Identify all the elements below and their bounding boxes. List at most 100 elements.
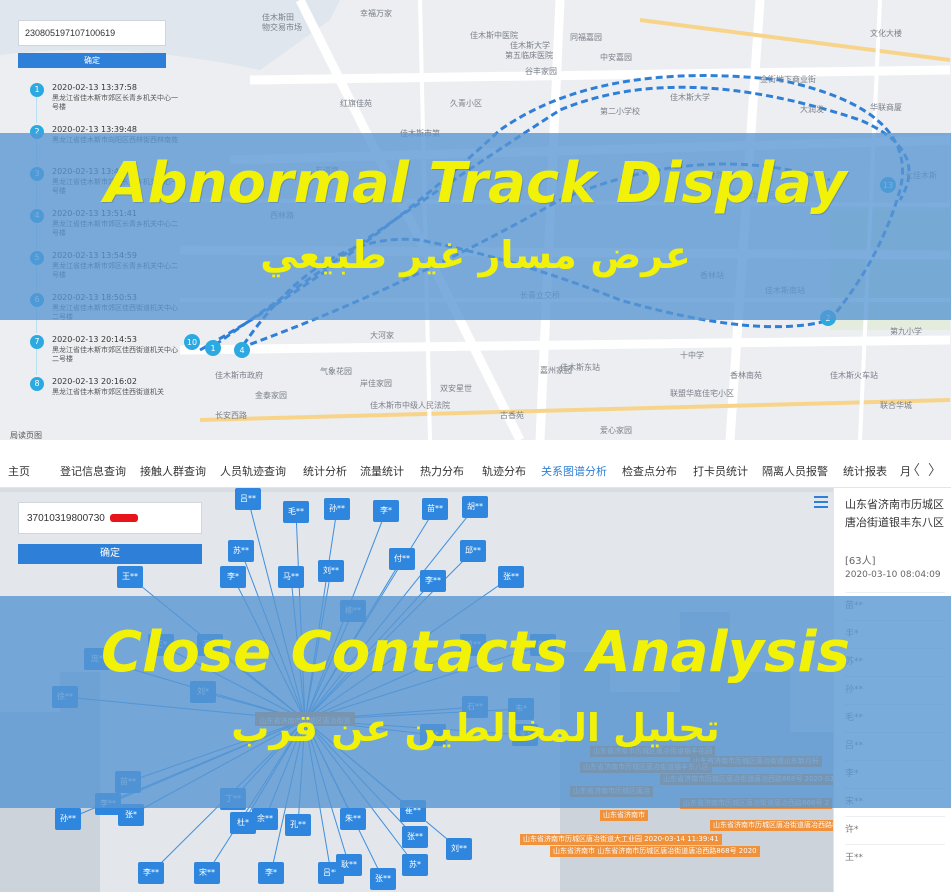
composite-screenshot: 10 1 4 2 13 佳木斯田物交易市场幸福万家佳木斯中医院同福嘉园佳木斯大学… [0, 0, 951, 892]
contact-node[interactable]: 张** [402, 826, 428, 848]
address-tag[interactable]: 山东省济南市历城区唐冶街道大工业园 2020-03-14 11:39:41 [520, 834, 722, 845]
map-place-label: 佳木斯大学 [670, 93, 710, 102]
nav-prev-button[interactable]: 〈 [906, 460, 920, 480]
map-place-label: 爱心家园 [600, 426, 632, 435]
contact-node[interactable]: 李* [373, 500, 399, 522]
map-place-label: 第五临床医院 [505, 51, 553, 60]
nav-tab[interactable]: 接触人群查询 [140, 463, 206, 479]
address-tag[interactable]: 山东省济南市 [600, 810, 648, 821]
relation-graph-view: 主页 登记信息查询 接触人群查询 人员轨迹查询 统计分析 流量统计 热力分布 轨迹分布 关系图谱… [0, 452, 951, 892]
map-place-label: 联合华城 [880, 401, 912, 410]
confirm-button[interactable]: 确定 [18, 544, 202, 564]
map-marker-label: 1 [210, 344, 215, 353]
contact-node[interactable]: 吕** [235, 488, 261, 510]
nav-tab[interactable]: 打卡员统计 [693, 463, 748, 479]
map-place-label: 十中学 [680, 351, 704, 360]
contact-node[interactable]: 苗** [422, 498, 448, 520]
contact-node[interactable]: 苏** [228, 540, 254, 562]
map-place-label: 金街地下商业街 [760, 75, 816, 84]
track-list-item[interactable]: 7 2020-02-13 20:14:53 黑龙江省佳木斯市郊区佳西街道机关中心二号… [18, 331, 180, 375]
confirm-button[interactable]: 确定 [18, 53, 166, 68]
top-navigation: 主页 登记信息查询 接触人群查询 人员轨迹查询 统计分析 流量统计 热力分布 轨迹分布 关系图谱… [0, 452, 951, 488]
title-banner: Abnormal Track Display عرض مسار غير طبيع… [0, 133, 951, 320]
nav-tab[interactable]: 关系图谱分析 [541, 463, 607, 479]
contact-name-row[interactable]: 许* [845, 816, 945, 842]
map-place-label: 华联商厦 [870, 103, 902, 112]
contact-node[interactable]: 李** [138, 862, 164, 884]
contact-node[interactable]: 苏* [402, 854, 428, 876]
track-list-item[interactable]: 1 2020-02-13 13:37:58 黑龙江省佳木斯市郊区长青乡机关中心一号楼 [18, 79, 180, 123]
nav-tab[interactable]: 主页 [8, 463, 30, 479]
contact-node[interactable]: 刘** [318, 560, 344, 582]
map-place-label: 气象花园 [320, 367, 352, 376]
contact-node[interactable]: 毛** [283, 501, 309, 523]
contact-node[interactable]: 胡** [462, 496, 488, 518]
map-place-label: 中安嘉园 [600, 53, 632, 62]
track-list-item[interactable]: 8 2020-02-13 20:16:02 黑龙江省佳木斯市郊区佳西街道机关 [18, 373, 180, 413]
map-place-label: 久青小区 [450, 99, 482, 108]
contact-node[interactable]: 耿** [336, 854, 362, 876]
map-place-label: 佳木斯火车站 [830, 371, 878, 380]
map-marker-label: 10 [187, 338, 197, 347]
menu-icon[interactable] [814, 496, 828, 508]
nav-tab[interactable]: 统计报表 [843, 463, 887, 479]
contact-node[interactable]: 杜* [230, 812, 256, 834]
contact-node[interactable]: 孙** [55, 808, 81, 830]
map-place-label: 物交易市场 [262, 23, 302, 32]
map-marker-label: 4 [239, 346, 244, 355]
map-place-label: 金泰家园 [255, 391, 287, 400]
map-place-label: 双安星世 [440, 384, 472, 393]
contact-node[interactable]: 孔** [285, 814, 311, 836]
contact-node[interactable]: 马** [278, 566, 304, 588]
contact-node[interactable]: 刘** [446, 838, 472, 860]
contact-node[interactable]: 李* [220, 566, 246, 588]
map-place-label: 第二小学校 [600, 107, 640, 116]
nav-tab[interactable]: 轨迹分布 [482, 463, 526, 479]
contact-node[interactable]: 张** [498, 566, 524, 588]
nav-tab[interactable]: 隔离人员报警 [762, 463, 828, 479]
contact-node[interactable]: 朱** [340, 808, 366, 830]
redaction-mark [110, 514, 138, 522]
contact-node[interactable]: 付** [389, 548, 415, 570]
track-address: 黑龙江省佳木斯市郊区佳西街道机关中心二号楼 [52, 346, 178, 363]
map-place-label: 大河家 [370, 331, 394, 340]
contact-node[interactable]: 宋** [194, 862, 220, 884]
contact-node[interactable]: 王** [117, 566, 143, 588]
contact-node[interactable]: 邱** [460, 540, 486, 562]
track-address: 黑龙江省佳木斯市郊区长青乡机关中心一号楼 [52, 94, 178, 111]
address-tag[interactable]: 山东省济南市 山东省济南市历城区唐冶街道唐冶西路868号 2020 [550, 846, 760, 857]
contact-name-row[interactable]: 王** [845, 844, 945, 870]
nav-next-button[interactable]: 〉 [928, 460, 942, 480]
nav-tab[interactable]: 人员轨迹查询 [220, 463, 286, 479]
map-place-label: 联盟华庭佳宅小区 [670, 389, 734, 398]
nav-tab[interactable]: 热力分布 [420, 463, 464, 479]
location-title: 山东省济南市历城区唐冶街道银丰东八区 [845, 498, 944, 529]
search-input[interactable] [18, 20, 166, 46]
nav-tab[interactable]: 统计分析 [303, 463, 347, 479]
contact-count: [63人] [845, 556, 876, 567]
map-place-label: 谷丰家园 [525, 67, 557, 76]
nav-tab[interactable]: 登记信息查询 [60, 463, 126, 479]
contact-node[interactable]: 张** [370, 868, 396, 890]
contact-node[interactable]: 李** [420, 570, 446, 592]
track-time: 2020-02-13 13:37:58 [52, 83, 137, 92]
title-arabic: عرض مسار غير طبيعي [260, 233, 691, 277]
map-place-label: 香林南苑 [730, 371, 762, 380]
title-english: Abnormal Track Display [104, 151, 847, 216]
panel-divider [0, 440, 951, 452]
map-place-label: 长安西路 [215, 411, 247, 420]
location-pin-icon: 1 [30, 83, 44, 97]
map-place-label: 佳木斯市政府 [215, 371, 263, 380]
contact-node[interactable]: 孙** [324, 498, 350, 520]
map-place-label: 佳木斯市中级人民法院 [370, 401, 450, 410]
map-place-label: 佳木斯东站 [560, 363, 600, 372]
map-place-label: 古香苑 [500, 411, 524, 420]
nav-tab[interactable]: 检查点分布 [622, 463, 677, 479]
title-arabic: تحليل المخالطين عن قرب [231, 706, 720, 750]
timestamp: 2020-03-10 08:04:09 [845, 570, 941, 580]
location-pin-icon: 8 [30, 377, 44, 391]
timeline-connector [36, 349, 37, 375]
contact-node[interactable]: 李* [258, 862, 284, 884]
nav-tab[interactable]: 流量统计 [360, 463, 404, 479]
track-address: 黑龙江省佳木斯市郊区佳西街道机关 [52, 388, 164, 396]
